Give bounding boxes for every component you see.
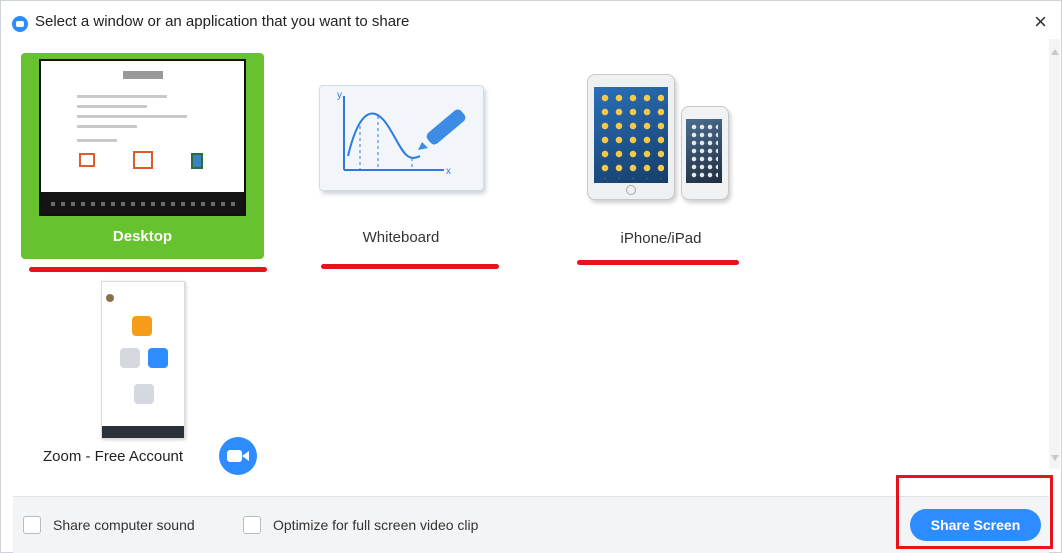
ipad-screen xyxy=(594,87,668,183)
share-screen-icon xyxy=(134,384,154,404)
thumbnail-folder-icon xyxy=(133,151,153,169)
scroll-down-arrow-icon[interactable] xyxy=(1051,455,1059,461)
dialog-title: Select a window or an application that y… xyxy=(35,13,410,30)
svg-text:x: x xyxy=(446,166,451,177)
thumbnail-line xyxy=(77,95,167,98)
zoom-window-thumbnail xyxy=(101,281,185,439)
thumbnail-bottom-bar xyxy=(102,426,184,438)
footer-bar: Share computer sound Optimize for full s… xyxy=(13,496,1049,553)
annotation-underline-iphone xyxy=(577,260,739,265)
iphone-icon xyxy=(681,106,729,200)
tile-whiteboard[interactable]: x y Whiteboard xyxy=(301,71,501,256)
thumbnail-line xyxy=(77,125,137,128)
new-meeting-icon xyxy=(132,316,152,336)
tile-desktop[interactable]: Desktop xyxy=(21,53,264,259)
app-icons-grid xyxy=(598,91,664,179)
optimize-video-checkbox[interactable] xyxy=(243,516,261,534)
taskbar-items xyxy=(51,202,236,206)
tile-whiteboard-label: Whiteboard xyxy=(362,229,440,246)
tile-desktop-label: Desktop xyxy=(112,228,173,245)
whiteboard-graph-drawing: x y xyxy=(337,90,466,177)
title-bar: Select a window or an application that y… xyxy=(1,1,1061,45)
ipad-icon xyxy=(587,74,675,200)
camera-lens xyxy=(242,451,249,461)
annotation-underline-whiteboard xyxy=(321,264,499,269)
whiteboard-icon: x y xyxy=(319,85,484,191)
tile-iphone-ipad[interactable]: iPhone/iPad xyxy=(561,66,761,256)
iphone-screen xyxy=(686,119,722,183)
camera-body xyxy=(227,450,242,462)
svg-text:y: y xyxy=(337,90,342,101)
thumbnail-line xyxy=(77,115,187,118)
annotation-highlight-box xyxy=(896,475,1053,549)
zoom-camera-icon xyxy=(219,437,257,475)
optimize-video-label[interactable]: Optimize for full screen video clip xyxy=(273,517,478,533)
thumbnail-line xyxy=(77,105,147,108)
schedule-icon xyxy=(148,348,168,368)
desktop-thumbnail xyxy=(39,59,246,216)
thumbnail-person-icon xyxy=(191,153,203,169)
thumbnail-header xyxy=(123,71,163,79)
share-computer-sound-label[interactable]: Share computer sound xyxy=(53,517,195,533)
tile-iphone-ipad-label: iPhone/iPad xyxy=(620,230,702,247)
thumbnail-line xyxy=(77,139,117,142)
vertical-scrollbar[interactable] xyxy=(1049,39,1060,469)
close-icon[interactable]: × xyxy=(1034,7,1047,37)
thumbnail-app-icon xyxy=(79,153,95,167)
tile-zoom-window[interactable]: Zoom - Free Account xyxy=(29,281,269,481)
zoom-app-icon xyxy=(12,16,28,32)
share-dialog: Select a window or an application that y… xyxy=(0,0,1062,553)
scroll-up-arrow-icon[interactable] xyxy=(1051,49,1059,55)
tile-zoom-window-label: Zoom - Free Account xyxy=(43,448,184,465)
annotation-underline-desktop xyxy=(29,267,267,272)
share-computer-sound-checkbox[interactable] xyxy=(23,516,41,534)
join-icon xyxy=(120,348,140,368)
thumbnail-avatar xyxy=(106,294,114,302)
app-icons-grid xyxy=(690,123,718,179)
thumbnail-taskbar xyxy=(41,192,244,214)
home-button-icon xyxy=(626,185,636,195)
